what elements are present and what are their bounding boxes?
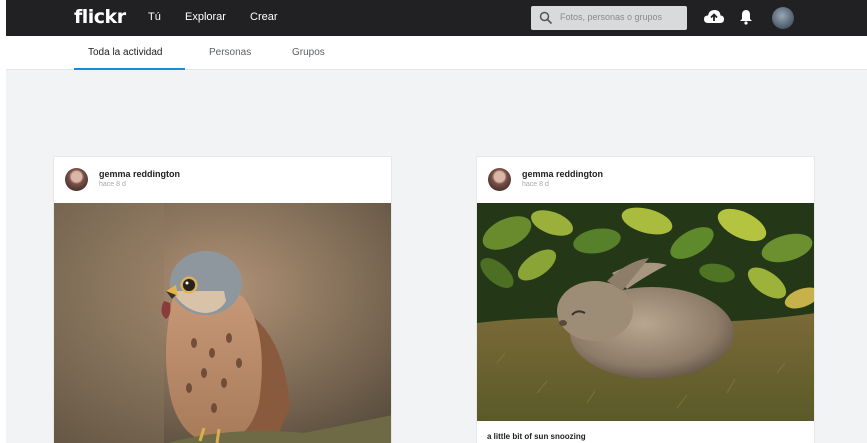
search-box[interactable]: Fotos, personas o grupos [531, 6, 687, 30]
photo-caption: a little bit of sun snoozing [487, 432, 586, 441]
card-username[interactable]: gemma reddington [522, 169, 603, 179]
active-tab-indicator [74, 68, 185, 70]
avatar[interactable] [65, 168, 88, 191]
nav-you-link[interactable]: Tú [148, 11, 161, 23]
card-timestamp: hace 8 d [522, 181, 549, 188]
card-header: gemma reddington hace 8 d [477, 157, 814, 203]
nav-create-link[interactable]: Crear [250, 11, 278, 23]
photo-rabbit[interactable] [477, 203, 814, 421]
activity-card: gemma reddington hace 8 d [53, 156, 392, 443]
activity-card: gemma reddington hace 8 d [476, 156, 815, 443]
upload-cloud-icon[interactable] [703, 7, 725, 27]
nav-explore-link[interactable]: Explorar [185, 11, 226, 23]
tab-people[interactable]: Personas [209, 47, 251, 58]
card-timestamp: hace 8 d [99, 181, 126, 188]
photo-kestrel[interactable] [54, 203, 391, 443]
user-avatar[interactable] [772, 7, 794, 29]
notifications-bell-icon[interactable] [739, 7, 753, 27]
search-icon [539, 11, 553, 25]
avatar[interactable] [488, 168, 511, 191]
flickr-logo[interactable]: flickr [74, 6, 126, 28]
card-username[interactable]: gemma reddington [99, 169, 180, 179]
window-edge [0, 0, 6, 443]
activity-tabs: Toda la actividad Personas Grupos [6, 36, 867, 70]
tab-all-activity[interactable]: Toda la actividad [88, 47, 163, 58]
search-input[interactable]: Fotos, personas o grupos [560, 12, 662, 22]
top-navigation-bar: flickr Tú Explorar Crear Fotos, personas… [6, 0, 867, 36]
card-header: gemma reddington hace 8 d [54, 157, 391, 203]
tab-groups[interactable]: Grupos [292, 47, 325, 58]
